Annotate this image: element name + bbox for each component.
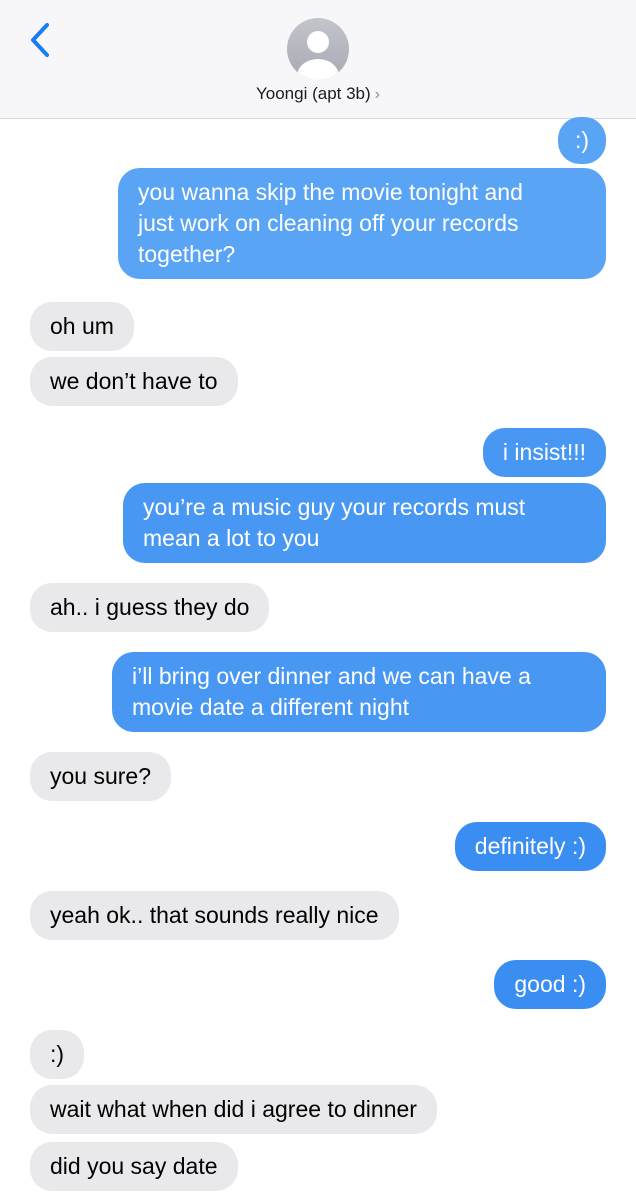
received-message[interactable]: oh um — [30, 302, 134, 351]
received-message[interactable]: did you say date — [30, 1142, 238, 1191]
sent-message[interactable]: definitely :) — [454, 822, 606, 871]
received-message[interactable]: ah.. i guess they do — [30, 583, 270, 632]
received-message[interactable]: yeah ok.. that sounds really nice — [30, 891, 399, 940]
chevron-right-icon: › — [374, 86, 380, 103]
received-message[interactable]: you sure? — [30, 752, 172, 801]
contact-name: Yoongi (apt 3b) — [255, 84, 371, 103]
chevron-left-icon — [31, 23, 49, 57]
back-button[interactable] — [20, 20, 60, 60]
received-message[interactable]: we don’t have to — [30, 357, 238, 406]
person-icon — [297, 31, 339, 80]
sent-message[interactable]: you wanna skip the movie tonight and jus… — [118, 168, 606, 279]
received-message[interactable]: :) — [30, 1030, 85, 1079]
sent-message[interactable]: :) — [557, 117, 606, 164]
contact-name-button[interactable]: Yoongi (apt 3b) › — [0, 84, 636, 104]
contact-avatar[interactable] — [287, 18, 349, 80]
sent-message[interactable]: good :) — [494, 960, 606, 1009]
sent-message[interactable]: i insist!!! — [482, 428, 606, 477]
sent-message[interactable]: i’ll bring over dinner and we can have a… — [112, 652, 606, 732]
received-message[interactable]: wait what when did i agree to dinner — [30, 1085, 437, 1134]
conversation-header: Yoongi (apt 3b) › — [0, 0, 636, 119]
sent-message[interactable]: you’re a music guy your records must mea… — [123, 483, 606, 563]
